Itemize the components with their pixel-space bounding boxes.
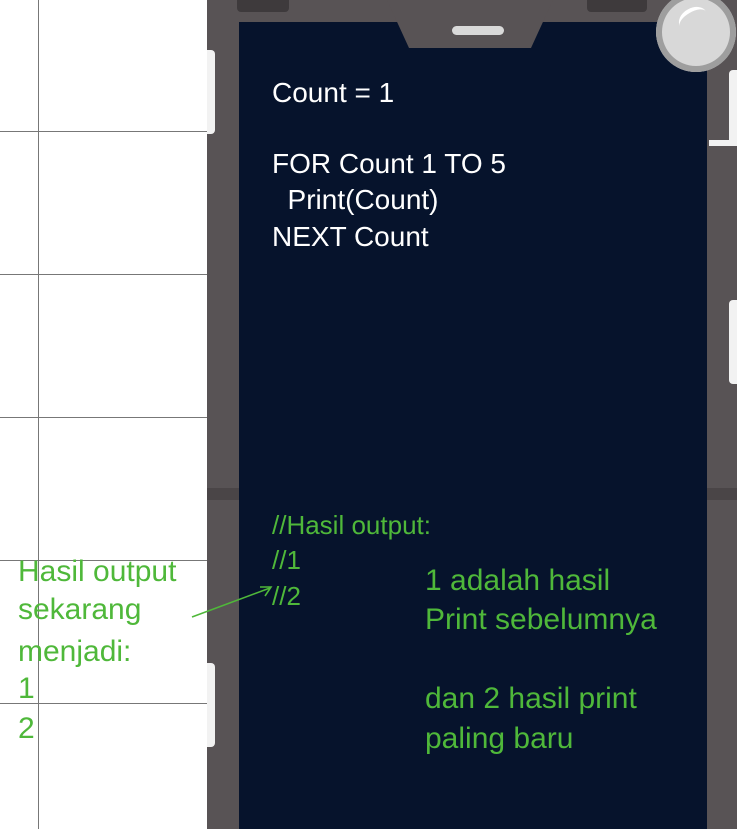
grid-horizontal-line: [0, 417, 207, 418]
output-comment-line: //1: [272, 545, 301, 575]
frame-side-tab: [207, 50, 215, 134]
frame-top-strip: [587, 0, 647, 12]
annotation-text: 1: [18, 672, 35, 705]
code-line-next: NEXT Count: [272, 221, 429, 252]
code-line-assign: Count = 1: [272, 77, 395, 108]
grid-vertical-line: [38, 0, 39, 829]
annotation-text: menjadi:: [18, 635, 132, 668]
annotation-text: dan 2 hasil print: [425, 682, 637, 715]
annotation-text: Hasil output: [18, 555, 177, 588]
phone-notch: [387, 0, 553, 48]
frame-top-strip: [237, 0, 289, 12]
speaker-slot-icon: [452, 26, 504, 35]
code-line-print: Print(Count): [272, 184, 439, 215]
frame-side-tab: [729, 70, 737, 146]
annotation-text: 2: [18, 712, 35, 745]
frame-side-tab: [207, 663, 215, 747]
grid-horizontal-line: [0, 131, 207, 132]
code-line-for: FOR Count 1 TO 5: [272, 148, 506, 179]
frame-side-tab: [729, 300, 737, 384]
annotation-text: paling baru: [425, 722, 574, 755]
annotation-text: Print sebelumnya: [425, 603, 657, 636]
grid-horizontal-line: [0, 274, 207, 275]
annotation-text: sekarang: [18, 593, 142, 626]
output-comment-line: //2: [272, 581, 301, 611]
annotation-text: 1 adalah hasil: [425, 564, 611, 597]
frame-side-tab: [709, 140, 737, 146]
output-comment-header: //Hasil output:: [272, 510, 431, 540]
